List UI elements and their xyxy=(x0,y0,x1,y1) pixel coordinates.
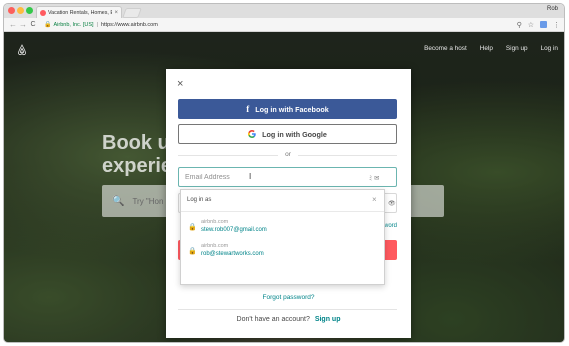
profile-name[interactable]: Rob xyxy=(547,6,558,12)
autofill-title: Log in as xyxy=(187,197,212,203)
browser-window: Vacation Rentals, Homes, Exp × Rob ← → C… xyxy=(3,3,565,343)
nav-log-in[interactable]: Log in xyxy=(541,45,558,52)
login-modal: × f Log in with Facebook Log in with Goo… xyxy=(166,69,411,338)
hero-search-placeholder: Try "Hon xyxy=(132,196,164,206)
star-icon[interactable]: ☆ xyxy=(528,21,534,29)
search-icon[interactable]: ⚲ xyxy=(517,21,522,29)
top-navigation: Become a host Help Sign up Log in xyxy=(424,45,558,52)
extension-icon[interactable] xyxy=(540,21,547,28)
url-separator: | xyxy=(96,21,98,28)
autofill-username: rob@stewartworks.com xyxy=(201,251,264,257)
browser-toolbar: ← → C 🔒 Airbnb, Inc. [US] | https://www.… xyxy=(4,18,564,32)
forgot-password-link[interactable]: Forgot password? xyxy=(166,294,411,301)
autofill-username: stew.rob007@gmail.com xyxy=(201,227,267,233)
airbnb-logo-icon[interactable] xyxy=(16,44,28,56)
autofill-divider xyxy=(181,211,384,212)
autofill-dropdown: Log in as × 🔒 airbnb.com stew.rob007@gma… xyxy=(180,189,385,285)
nav-help[interactable]: Help xyxy=(480,45,493,52)
hero-title-line2: experie xyxy=(102,155,173,177)
facebook-icon: f xyxy=(246,104,250,114)
show-password-link[interactable]: word xyxy=(384,223,397,229)
google-login-button[interactable]: Log in with Google xyxy=(178,124,397,144)
new-tab-button[interactable] xyxy=(122,8,142,18)
or-text: or xyxy=(278,151,298,158)
tab-title: Vacation Rentals, Homes, Exp xyxy=(48,9,113,16)
reload-icon[interactable]: C xyxy=(28,21,38,28)
close-icon[interactable]: × xyxy=(177,79,183,90)
hero-title-line1: Book u xyxy=(102,132,170,154)
site-identity[interactable]: Airbnb, Inc. [US] xyxy=(53,22,93,28)
browser-tab[interactable]: Vacation Rentals, Homes, Exp × xyxy=(36,6,122,18)
signup-link[interactable]: Sign up xyxy=(315,316,341,323)
google-icon xyxy=(248,130,256,138)
nav-become-host[interactable]: Become a host xyxy=(424,45,467,52)
airbnb-page: Become a host Help Sign up Log in Book u… xyxy=(4,32,564,342)
signup-row: Don't have an account? Sign up xyxy=(166,316,411,323)
lock-icon: 🔒 xyxy=(188,248,197,255)
google-login-label: Log in with Google xyxy=(262,129,327,139)
autofill-account-item[interactable]: 🔒 airbnb.com rob@stewartworks.com xyxy=(181,242,384,264)
browser-titlebar: Vacation Rentals, Homes, Exp × Rob xyxy=(4,4,564,18)
signup-prompt: Don't have an account? xyxy=(236,316,310,323)
lock-icon[interactable]: 🔒 xyxy=(44,21,51,28)
facebook-login-label: Log in with Facebook xyxy=(255,104,329,114)
forward-icon[interactable]: → xyxy=(18,20,28,29)
hero-title: Book u experie xyxy=(102,132,172,178)
maximize-window-button[interactable] xyxy=(26,7,33,14)
search-icon: 🔍 xyxy=(112,195,125,207)
autofill-site: airbnb.com xyxy=(201,219,229,225)
back-icon[interactable]: ← xyxy=(8,20,18,29)
menu-icon[interactable]: ⋮ xyxy=(553,21,560,29)
lock-icon: 🔒 xyxy=(188,224,197,231)
autofill-account-item[interactable]: 🔒 airbnb.com stew.rob007@gmail.com xyxy=(181,218,384,240)
autofill-site: airbnb.com xyxy=(201,243,229,249)
minimize-window-button[interactable] xyxy=(17,7,24,14)
show-password-icon[interactable]: 👁 xyxy=(388,200,396,207)
email-field[interactable] xyxy=(178,167,397,187)
close-window-button[interactable] xyxy=(8,7,15,14)
text-cursor-icon: I xyxy=(249,172,252,181)
nav-sign-up[interactable]: Sign up xyxy=(506,45,528,52)
facebook-login-button[interactable]: f Log in with Facebook xyxy=(178,99,397,119)
address-bar-url[interactable]: https://www.airbnb.com xyxy=(101,22,158,28)
close-icon[interactable]: × xyxy=(372,195,377,204)
autofill-key-icon[interactable]: ﾐ ✉ xyxy=(369,172,380,182)
tab-close-icon[interactable]: × xyxy=(114,10,118,16)
toolbar-actions: ⚲ ☆ ⋮ xyxy=(517,21,560,29)
footer-divider xyxy=(178,309,397,310)
airbnb-favicon-icon xyxy=(40,9,46,16)
